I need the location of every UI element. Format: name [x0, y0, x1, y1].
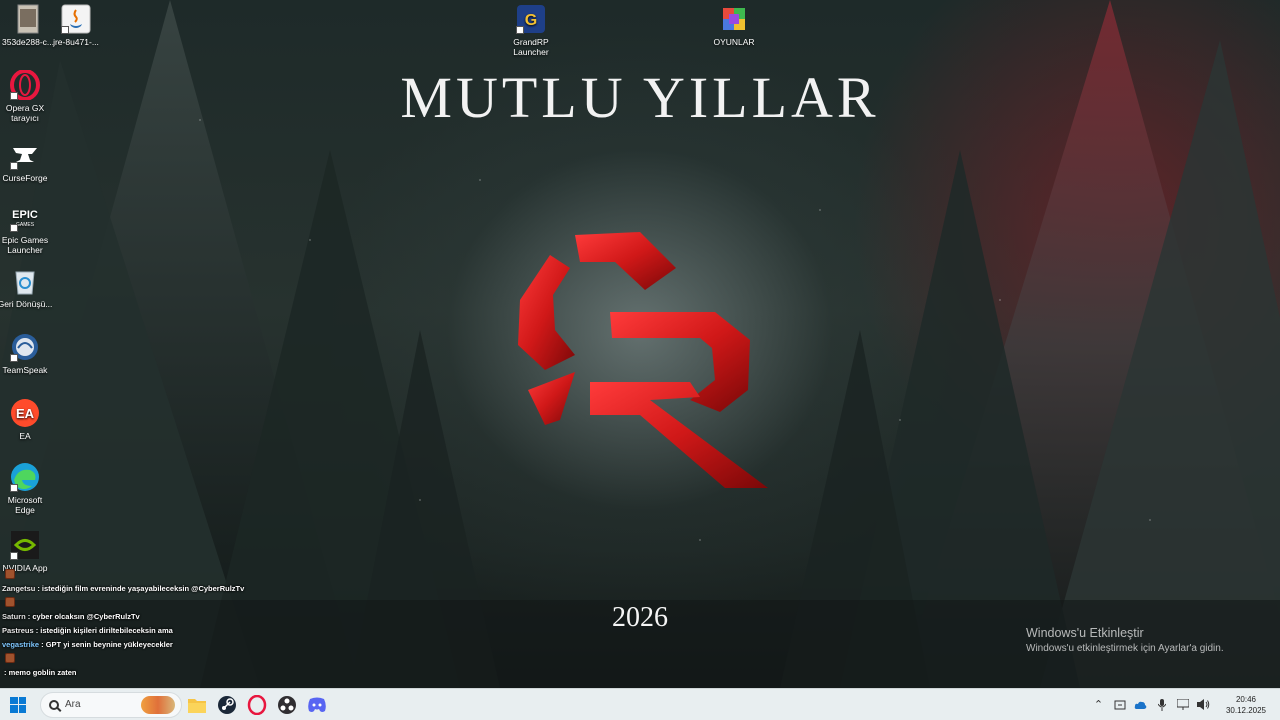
desktop-icon-ea[interactable]: EA EA [0, 398, 53, 441]
taskbar-search-box[interactable]: Ara [40, 691, 182, 718]
desktop-icon-recycle-bin[interactable]: Geri Dönüşü... [0, 266, 53, 309]
clock-time: 20:46 [1235, 694, 1257, 704]
shortcut-arrow-icon [10, 162, 18, 170]
chat-username: vegastrike [2, 640, 40, 649]
show-hidden-icons-chevron-icon[interactable]: ⌃ [1088, 689, 1109, 720]
chat-text: : GPT yi senin beynine yükleyecekler [41, 640, 173, 649]
desktop-icon-epic-games[interactable]: EPIC GAMES Epic Games Launcher [0, 202, 53, 255]
activation-title: Windows'u Etkinleştir [1026, 626, 1144, 640]
taskbar-steam[interactable] [212, 690, 242, 720]
clock-date: 30.12.2025 [1225, 705, 1267, 715]
chat-message: Zangetsu: istediğin film evreninde yaşay… [2, 582, 302, 596]
taskbar-opera-gx[interactable] [242, 690, 272, 720]
shortcut-arrow-icon [516, 26, 524, 34]
grandrp-icon: G [516, 4, 546, 34]
teamspeak-icon [10, 332, 40, 362]
desktop-icon-label: Geri Dönüşü... [0, 299, 53, 309]
chat-username: Zangetsu [2, 584, 36, 593]
shortcut-arrow-icon [10, 92, 18, 100]
shortcut-arrow-icon [61, 26, 69, 34]
taskbar-discord[interactable] [302, 690, 332, 720]
search-placeholder: Ara [65, 699, 81, 710]
chat-username: Pastreus [2, 626, 34, 635]
shortcut-arrow-icon [10, 552, 18, 560]
desktop-icon-curseforge[interactable]: CurseForge [0, 140, 53, 183]
games-folder-icon [719, 4, 749, 34]
chat-message: Saturn: cyber olcaksın @CyberRulzTv [2, 610, 302, 624]
opera-gx-icon [247, 694, 267, 715]
chat-text: : cyber olcaksın @CyberRulzTv [27, 612, 140, 621]
search-icon [49, 699, 59, 710]
desktop-icon-label: Opera GX tarayıcı [5, 103, 45, 123]
stream-chat-overlay: Zangetsu: istediğin film evreninde yaşay… [2, 568, 302, 680]
taskbar-obs[interactable] [272, 690, 302, 720]
windows-activation-watermark: Windows'u Etkinleştir Windows'u etkinleş… [1026, 626, 1276, 654]
wallpaper-title: MUTLU YILLAR [400, 65, 880, 130]
edge-icon [10, 462, 40, 492]
chat-text: : istediğin film evreninde yaşayabilecek… [37, 584, 245, 593]
desktop-icon-label: CurseForge [2, 173, 48, 183]
desktop-icon-label: Epic Games Launcher [1, 235, 49, 255]
chat-text: : memo goblin zaten [4, 668, 77, 677]
gr-logo [518, 232, 768, 488]
opera-gx-icon [10, 70, 40, 100]
chat-text: : istediğin kişileri diriltebileceksin a… [35, 626, 173, 635]
chat-message [2, 596, 302, 610]
curseforge-icon [10, 140, 40, 170]
start-button[interactable] [0, 689, 36, 720]
network-icon[interactable] [1172, 689, 1193, 720]
desktop-icon-label: jre-8u471-... [53, 37, 99, 47]
svg-text:GAMES: GAMES [16, 222, 35, 228]
file-explorer-icon [188, 698, 206, 713]
desktop-icon-oyunlar-folder[interactable]: OYUNLAR [706, 4, 762, 47]
steam-icon [218, 695, 236, 714]
svg-text:EPIC: EPIC [12, 209, 38, 221]
chat-emote-icon [5, 569, 15, 579]
desktop-icon-teamspeak[interactable]: TeamSpeak [0, 332, 53, 375]
activation-subtitle: Windows'u etkinleştirmek için Ayarlar'a … [1026, 643, 1224, 654]
desktop-icon-label: Microsoft Edge [7, 495, 43, 515]
java-icon [61, 4, 91, 34]
chat-emote-icon [5, 653, 15, 663]
shortcut-arrow-icon [10, 354, 18, 362]
chat-message: : memo goblin zaten [2, 666, 302, 680]
volume-icon[interactable] [1193, 689, 1214, 720]
taskbar-file-explorer[interactable] [182, 690, 212, 720]
chat-username: Saturn [2, 612, 26, 621]
search-highlight-icon [141, 695, 175, 714]
nvidia-icon [10, 530, 40, 560]
chat-message [2, 568, 302, 582]
tray-cloud-icon[interactable] [1130, 689, 1151, 720]
desktop-icon-label: GrandRP Launcher [513, 37, 549, 57]
taskbar: Ara ⌃ 20:46 30.12.2025 [0, 688, 1280, 720]
microphone-icon[interactable] [1151, 689, 1172, 720]
svg-text:G: G [525, 12, 537, 29]
system-tray: ⌃ 20:46 30.12.2025 [1088, 689, 1280, 720]
ea-icon: EA [10, 398, 40, 428]
epic-games-icon: EPIC GAMES [10, 202, 40, 232]
desktop-icon-label: OYUNLAR [713, 37, 755, 47]
chat-message: Pastreus: istediğin kişileri diriltebile… [2, 624, 302, 638]
desktop-icon-opera-gx[interactable]: Opera GX tarayıcı [0, 70, 53, 123]
desktop-icon-label: EA [19, 431, 31, 441]
desktop-icon-java-installer[interactable]: jre-8u471-... [48, 4, 104, 47]
obs-icon [278, 695, 296, 714]
desktop-icon-grandrp-launcher[interactable]: G GrandRP Launcher [503, 4, 559, 57]
discord-icon [308, 697, 326, 712]
tray-sync-icon[interactable] [1109, 689, 1130, 720]
recycle-bin-icon [10, 266, 40, 296]
chat-message [2, 652, 302, 666]
desktop-icon-microsoft-edge[interactable]: Microsoft Edge [0, 462, 53, 515]
shortcut-arrow-icon [10, 484, 18, 492]
desktop-icon-label: TeamSpeak [2, 365, 48, 375]
image-file-icon [13, 4, 43, 34]
desktop-icon-nvidia-app[interactable]: NVIDIA App [0, 530, 53, 573]
windows-logo-icon [10, 696, 26, 713]
taskbar-clock[interactable]: 20:46 30.12.2025 [1220, 694, 1272, 716]
chat-emote-icon [5, 597, 15, 607]
shortcut-arrow-icon [10, 224, 18, 232]
wallpaper-year: 2026 [612, 602, 668, 633]
chat-message: vegastrike: GPT yi senin beynine yükleye… [2, 638, 302, 652]
svg-text:EA: EA [16, 406, 35, 421]
